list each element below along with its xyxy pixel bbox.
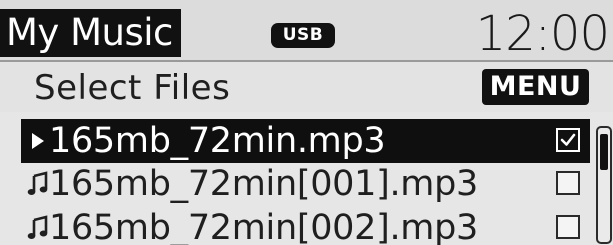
subheader-bar: Select Files MENU <box>0 62 613 112</box>
app-title: My Music <box>0 9 181 57</box>
header-bar: My Music USB 12:00 <box>0 0 613 62</box>
scrollbar-thumb[interactable] <box>600 134 608 170</box>
file-list-item[interactable]: 165mb_72min[001].mp3 <box>21 162 590 206</box>
file-checkbox[interactable] <box>556 215 580 239</box>
usb-source-badge: USB <box>271 23 335 48</box>
file-list-item[interactable]: 165mb_72min[002].mp3 <box>21 206 590 245</box>
clock: 12:00 <box>475 6 610 62</box>
menu-button[interactable]: MENU <box>482 69 589 105</box>
file-name: 165mb_72min[001].mp3 <box>49 164 478 204</box>
file-name: 165mb_72min[002].mp3 <box>49 208 478 245</box>
file-checkbox[interactable] <box>556 128 580 152</box>
checkmark-icon <box>560 133 576 146</box>
play-icon <box>27 119 49 163</box>
my-music-screen: My Music USB 12:00 Select Files MENU 165… <box>0 0 613 245</box>
music-note-icon <box>27 162 49 206</box>
section-title: Select Files <box>34 68 231 108</box>
file-list: 165mb_72min.mp3 165mb_72min[001].mp3 165… <box>0 112 613 245</box>
file-checkbox[interactable] <box>556 171 580 195</box>
file-name: 165mb_72min.mp3 <box>49 121 386 161</box>
scrollbar[interactable] <box>596 126 612 244</box>
file-list-item[interactable]: 165mb_72min.mp3 <box>21 119 590 163</box>
music-note-icon <box>27 206 49 245</box>
